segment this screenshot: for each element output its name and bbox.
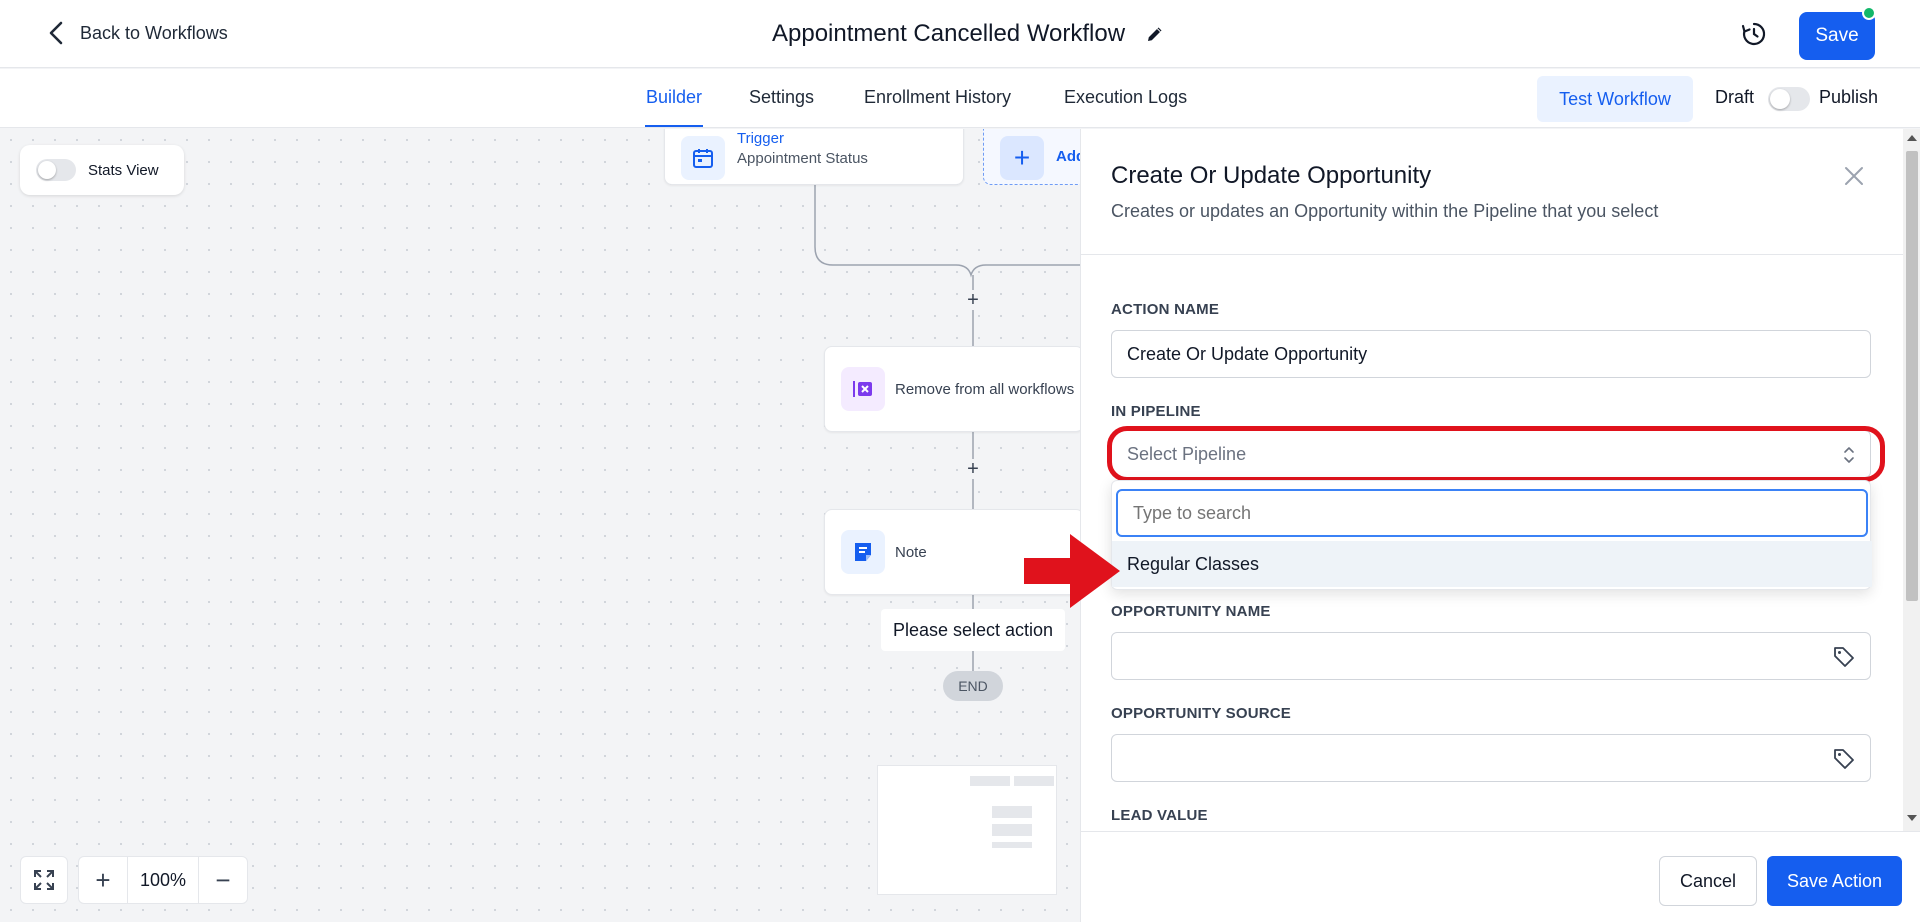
add-step-button[interactable]: + <box>963 290 983 310</box>
minimap[interactable] <box>877 765 1057 895</box>
fit-view-button[interactable] <box>20 856 68 904</box>
panel-title: Create Or Update Opportunity <box>1111 162 1432 189</box>
panel-header: Create Or Update Opportunity Creates or … <box>1081 129 1903 255</box>
scroll-thumb[interactable] <box>1906 151 1918 601</box>
top-bar: Back to Workflows Appointment Cancelled … <box>0 0 1920 68</box>
unsaved-indicator-dot <box>1862 6 1876 20</box>
select-action-placeholder[interactable]: Please select action <box>881 609 1065 651</box>
workflow-canvas[interactable]: Stats View Trigger Appointment Status + … <box>0 129 1080 922</box>
back-to-workflows-link[interactable]: Back to Workflows <box>46 20 228 46</box>
stats-toggle-switch[interactable] <box>36 159 76 181</box>
stats-view-label: Stats View <box>88 161 159 179</box>
close-icon[interactable] <box>1841 163 1867 189</box>
pipeline-placeholder: Select Pipeline <box>1127 443 1247 464</box>
save-button[interactable]: Save <box>1799 12 1875 60</box>
expand-icon <box>34 870 54 890</box>
action-name-label: ACTION NAME <box>1111 301 1220 318</box>
zoom-out-button[interactable]: − <box>199 856 247 904</box>
workflow-title-group: Appointment Cancelled Workflow <box>772 20 1165 48</box>
back-label: Back to Workflows <box>80 22 228 43</box>
draft-label: Draft <box>1715 87 1755 107</box>
tab-enrollment-history[interactable]: Enrollment History <box>864 87 1011 108</box>
pipeline-label: IN PIPELINE <box>1111 403 1201 420</box>
minimap-preview <box>970 776 1054 848</box>
save-action-button[interactable]: Save Action <box>1767 856 1902 906</box>
publish-label: Publish <box>1819 87 1879 107</box>
test-workflow-button[interactable]: Test Workflow <box>1537 76 1693 122</box>
end-marker: END <box>943 671 1003 701</box>
tab-builder[interactable]: Builder <box>644 87 704 127</box>
stats-view-toggle[interactable]: Stats View <box>20 145 184 195</box>
calendar-icon <box>681 136 725 180</box>
opportunity-source-input[interactable] <box>1111 734 1871 782</box>
opportunity-source-label: OPPORTUNITY SOURCE <box>1111 705 1292 722</box>
lead-value-label: LEAD VALUE <box>1111 807 1208 824</box>
zoom-in-button[interactable]: + <box>79 856 127 904</box>
add-trigger-label: Add <box>1056 148 1080 165</box>
note-node-label: Note <box>895 544 927 561</box>
chevron-up-down-icon <box>1844 447 1854 463</box>
chevron-left-icon <box>49 21 63 45</box>
pipeline-option-regular-classes[interactable]: Regular Classes <box>1112 541 1872 587</box>
publish-toggle[interactable] <box>1768 87 1810 111</box>
add-trigger-node[interactable]: + Add <box>983 129 1080 185</box>
panel-subtitle: Creates or updates an Opportunity within… <box>1111 201 1659 221</box>
note-icon <box>841 530 885 574</box>
zoom-controls: + 100% − <box>20 856 248 904</box>
trigger-subtitle: Appointment Status <box>737 150 868 167</box>
pencil-icon[interactable] <box>1145 24 1165 44</box>
pipeline-dropdown: Regular Classes <box>1111 480 1872 590</box>
remove-from-workflows-node[interactable]: Remove from all workflows <box>824 346 1080 432</box>
trigger-node[interactable]: Trigger Appointment Status <box>664 129 964 185</box>
pipeline-search-input[interactable] <box>1116 489 1868 537</box>
tag-icon[interactable] <box>1832 747 1856 771</box>
remove-node-label: Remove from all workflows <box>895 381 1075 398</box>
scroll-up-arrow[interactable] <box>1907 135 1917 141</box>
action-panel: Create Or Update Opportunity Creates or … <box>1080 129 1920 922</box>
opportunity-name-input[interactable] <box>1111 632 1871 680</box>
trigger-title: Trigger <box>737 130 784 147</box>
zoom-group: + 100% − <box>78 856 248 904</box>
red-arrow-annotation <box>1024 534 1120 608</box>
opportunity-name-label: OPPORTUNITY NAME <box>1111 603 1271 620</box>
cancel-button[interactable]: Cancel <box>1659 856 1757 906</box>
pipeline-select[interactable]: Select Pipeline <box>1111 430 1871 478</box>
action-name-input[interactable]: Create Or Update Opportunity <box>1111 330 1871 378</box>
add-step-button[interactable]: + <box>963 459 983 479</box>
tab-bar: Builder Settings Enrollment History Exec… <box>0 69 1920 128</box>
remove-workflow-icon <box>841 367 885 411</box>
tab-execution-logs[interactable]: Execution Logs <box>1064 87 1187 108</box>
plus-icon: + <box>1000 136 1044 180</box>
tab-settings[interactable]: Settings <box>749 87 814 108</box>
panel-scrollbar[interactable] <box>1903 129 1920 831</box>
zoom-level: 100% <box>127 856 199 904</box>
history-icon[interactable] <box>1740 20 1768 48</box>
tag-icon[interactable] <box>1832 645 1856 669</box>
panel-footer: Cancel Save Action <box>1081 831 1920 922</box>
workflow-title: Appointment Cancelled Workflow <box>772 20 1126 47</box>
scroll-down-arrow[interactable] <box>1907 815 1917 821</box>
